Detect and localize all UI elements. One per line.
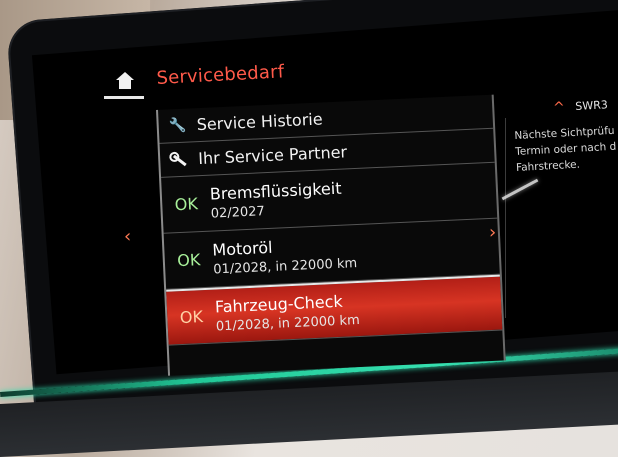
service-due: 01/2028, in 22000 km: [215, 312, 361, 335]
chevron-left-icon[interactable]: ‹: [124, 226, 131, 247]
status-badge: OK: [176, 250, 201, 271]
radio-station-label: SWR3: [575, 98, 609, 113]
service-name: Fahrzeug-Check: [214, 291, 344, 317]
info-panel: Nächste Sichtprüfu Termin oder nach d Fa…: [505, 118, 618, 318]
service-name: Bremsflüssigkeit: [209, 178, 342, 204]
status-badge: OK: [179, 307, 204, 328]
home-indicator: [104, 96, 144, 99]
service-list: 🔧 Service Historie Ihr Service Partner O…: [156, 94, 506, 376]
service-history-icon: 🔧: [168, 117, 187, 134]
menu-item-label: Ihr Service Partner: [197, 142, 348, 169]
status-badge: OK: [174, 194, 199, 215]
service-name: Motoröl: [211, 237, 273, 260]
menu-item-label: Service Historie: [196, 109, 323, 135]
idrive-ui: Servicebedarf ‹ 🔧 Service Historie Ihr S…: [0, 0, 618, 457]
chevron-right-icon[interactable]: ›: [489, 222, 496, 243]
page-title: Servicebedarf: [156, 61, 285, 89]
help-text: Nächste Sichtprüfu Termin oder nach d Fa…: [514, 118, 618, 176]
service-due: 02/2027: [210, 204, 266, 222]
chevron-up-icon[interactable]: ^: [553, 100, 565, 116]
wrench-icon: [160, 151, 199, 169]
service-due: 01/2028, in 22000 km: [212, 256, 358, 278]
home-icon[interactable]: [112, 68, 138, 94]
